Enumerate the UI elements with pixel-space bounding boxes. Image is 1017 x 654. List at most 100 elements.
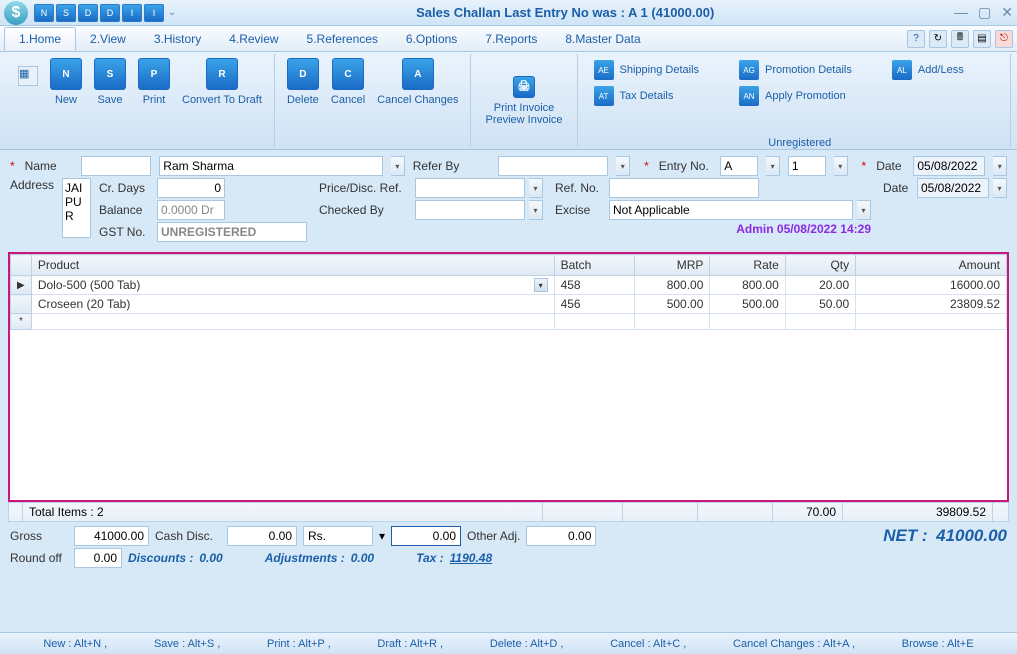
shipping-icon: AE (594, 60, 614, 80)
maximize-icon[interactable]: ▢ (978, 4, 991, 21)
promotion-details-button[interactable]: AGPromotion Details (735, 58, 856, 82)
col-qty[interactable]: Qty (785, 255, 855, 276)
ribbon-group-unregistered: Unregistered (584, 137, 1016, 149)
qat-btn-4[interactable]: I (122, 4, 142, 22)
calculator-icon[interactable]: 🖩 (951, 30, 969, 48)
date1-input[interactable] (913, 156, 985, 176)
new-row[interactable]: * (11, 314, 1007, 330)
pricedisc-input[interactable] (415, 178, 525, 198)
new-button[interactable]: NNew (44, 56, 88, 108)
qat-btn-2[interactable]: D (78, 4, 98, 22)
excise-label: Excise (555, 203, 605, 217)
cashdisc-label: Cash Disc. (155, 529, 221, 543)
save-button[interactable]: SSave (88, 56, 132, 108)
audit-stamp: Admin 05/08/2022 14:29 (555, 222, 871, 236)
close-icon[interactable]: ✕ (1001, 4, 1013, 21)
preview-invoice-button[interactable]: Preview Invoice (477, 114, 570, 126)
convert-to-draft-button[interactable]: RConvert To Draft (176, 56, 268, 108)
apply-promotion-button[interactable]: ANApply Promotion (735, 84, 850, 108)
entryno-num-input[interactable] (788, 156, 826, 176)
qat-btn-0[interactable]: N (34, 4, 54, 22)
cell-product: Dolo-500 (500 Tab) (38, 278, 141, 292)
qat-btn-3[interactable]: D (100, 4, 120, 22)
entryno-num-dd-icon[interactable]: ▾ (834, 156, 848, 176)
print-invoice-button[interactable]: 🖨Print Invoice (486, 76, 563, 114)
total-qty: 70.00 (773, 503, 843, 521)
address-input[interactable]: JAIPUR (62, 178, 91, 238)
apply-promo-label: Apply Promotion (765, 90, 846, 102)
tax-icon: AT (594, 86, 614, 106)
tab-history[interactable]: 3.History (140, 28, 215, 50)
pricedisc-dd-icon[interactable]: ▾ (529, 178, 543, 198)
tab-masterdata[interactable]: 8.Master Data (551, 28, 654, 50)
tax-label: Tax Details (620, 90, 674, 102)
curr-amt-input[interactable] (391, 526, 461, 546)
tax-link[interactable]: 1190.48 (450, 551, 493, 565)
tab-review[interactable]: 4.Review (215, 28, 292, 50)
app-logo-icon: $ (4, 1, 28, 25)
help-icon[interactable]: ? (907, 30, 925, 48)
delete-button[interactable]: DDelete (281, 56, 325, 108)
shipping-details-button[interactable]: AE Shipping Details (590, 58, 704, 82)
col-amount[interactable]: Amount (856, 255, 1007, 276)
product-grid[interactable]: Product Batch MRP Rate Qty Amount ▶ Dolo… (8, 252, 1009, 502)
qat-btn-1[interactable]: S (56, 4, 76, 22)
cancel-changes-button[interactable]: ACancel Changes (371, 56, 464, 108)
otheradj-input[interactable] (526, 526, 596, 546)
tax-details-button[interactable]: AT Tax Details (590, 84, 678, 108)
checkedby-input[interactable] (415, 200, 525, 220)
date2-input[interactable] (917, 178, 989, 198)
referby-label: Refer By (413, 159, 491, 173)
referby-dropdown-icon[interactable]: ▾ (616, 156, 630, 176)
qat-dropdown-icon[interactable]: ⌄ (168, 7, 176, 18)
total-items: Total Items : 2 (23, 503, 543, 521)
excise-input[interactable] (609, 200, 853, 220)
totals-row: Total Items : 2 70.00 39809.52 (8, 502, 1009, 522)
cell-qty: 50.00 (785, 295, 855, 314)
tab-view[interactable]: 2.View (76, 28, 140, 50)
checkedby-dd-icon[interactable]: ▾ (529, 200, 543, 220)
cancel-button[interactable]: CCancel (325, 56, 371, 108)
refresh-icon[interactable]: ↻ (929, 30, 947, 48)
promo-label: Promotion Details (765, 64, 852, 76)
referby-input[interactable] (498, 156, 608, 176)
crdays-input[interactable] (157, 178, 225, 198)
entryno-series-input[interactable] (720, 156, 758, 176)
qat-btn-5[interactable]: I (144, 4, 164, 22)
tab-reports[interactable]: 7.Reports (471, 28, 551, 50)
minimize-icon[interactable]: — (954, 4, 968, 21)
exit-icon[interactable]: ⎋ (995, 30, 1013, 48)
tab-references[interactable]: 5.References (293, 28, 392, 50)
print-label: Print (143, 94, 166, 106)
col-rate[interactable]: Rate (710, 255, 785, 276)
name-dropdown-icon[interactable]: ▾ (391, 156, 405, 176)
refno-input[interactable] (609, 178, 759, 198)
add-less-button[interactable]: ALAdd/Less (888, 58, 968, 82)
cell-product: Croseen (20 Tab) (31, 295, 554, 314)
col-product[interactable]: Product (31, 255, 554, 276)
roundoff-label: Round off (10, 551, 68, 565)
shortcut-draft: Draft : Alt+R , (377, 638, 443, 650)
date2-dd-icon[interactable]: ▾ (993, 178, 1007, 198)
entryno-series-dd-icon[interactable]: ▾ (766, 156, 780, 176)
notepad-icon[interactable]: ▤ (973, 30, 991, 48)
date1-dd-icon[interactable]: ▾ (993, 156, 1007, 176)
tab-home[interactable]: 1.Home (4, 27, 76, 50)
tab-options[interactable]: 6.Options (392, 28, 471, 50)
table-row[interactable]: Croseen (20 Tab) 456 500.00 500.00 50.00… (11, 295, 1007, 314)
currency-dd-icon[interactable]: ▾ (379, 529, 385, 543)
print-button[interactable]: PPrint (132, 56, 176, 108)
shipping-label: Shipping Details (620, 64, 700, 76)
cell-rate: 800.00 (710, 276, 785, 295)
currency-input[interactable] (303, 526, 373, 546)
cashdisc-input[interactable] (227, 526, 297, 546)
name-input[interactable] (159, 156, 383, 176)
shortcut-bar: New : Alt+N , Save : Alt+S , Print : Alt… (0, 632, 1017, 654)
name-code-input[interactable] (81, 156, 151, 176)
col-mrp[interactable]: MRP (635, 255, 710, 276)
browse-icon[interactable]: ▦ (18, 66, 38, 86)
product-dropdown-icon[interactable]: ▾ (534, 278, 548, 292)
excise-dd-icon[interactable]: ▾ (857, 200, 871, 220)
table-row[interactable]: ▶ Dolo-500 (500 Tab)▾ 458 800.00 800.00 … (11, 276, 1007, 295)
col-batch[interactable]: Batch (554, 255, 634, 276)
